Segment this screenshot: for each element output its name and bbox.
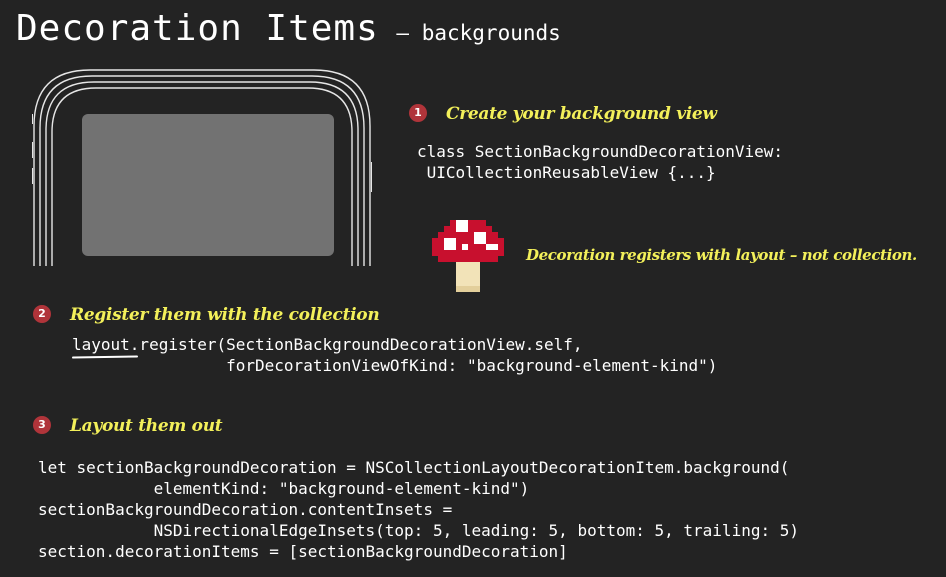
step-3-label: Layout them out (70, 416, 223, 436)
phone-outline-icon (32, 69, 372, 266)
register-call: .register(SectionBackgroundDecorationVie… (129, 335, 718, 375)
layout-keyword: layout (72, 335, 130, 354)
slide-title: Decoration Items – backgrounds (16, 8, 561, 49)
step-2-badge: 2 (33, 305, 51, 323)
step-3-badge: 3 (33, 416, 51, 434)
mushroom-icon (432, 220, 504, 292)
layout-note: Decoration registers with layout – not c… (526, 246, 917, 264)
step-1-label: Create your background view (446, 104, 717, 124)
step-1-badge: 1 (409, 104, 427, 122)
step-1-code: class SectionBackgroundDecorationView: U… (417, 142, 784, 182)
title-subtitle: – backgrounds (396, 21, 561, 45)
title-main: Decoration Items (16, 8, 379, 49)
step-2-code: layout.register(SectionBackgroundDecorat… (72, 334, 717, 376)
step-2-label: Register them with the collection (70, 305, 380, 325)
step-3-code: let sectionBackgroundDecoration = NSColl… (38, 458, 799, 561)
